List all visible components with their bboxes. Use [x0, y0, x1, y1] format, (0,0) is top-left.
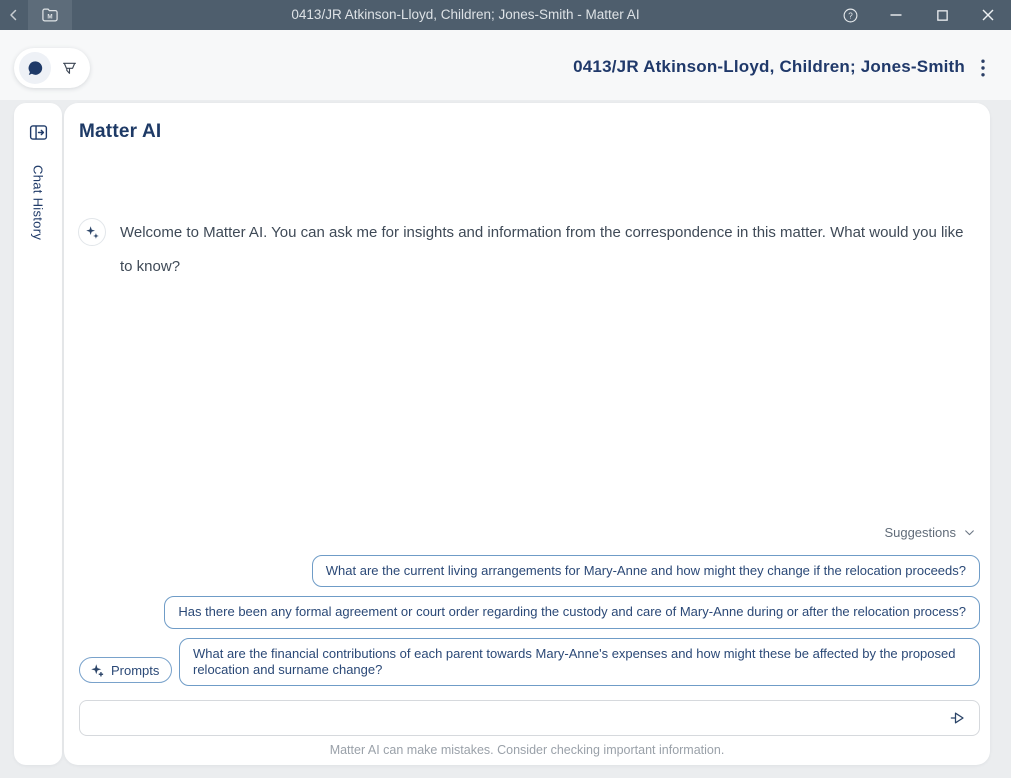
- folder-m-icon: M: [40, 5, 60, 25]
- title-bar: M 0413/JR Atkinson-Lloyd, Children; Jone…: [0, 0, 1011, 30]
- matter-menu-button[interactable]: [973, 57, 993, 79]
- window-title: 0413/JR Atkinson-Lloyd, Children; Jones-…: [120, 0, 811, 30]
- back-chevron-icon: [5, 6, 23, 24]
- help-button[interactable]: ?: [827, 0, 873, 30]
- back-button[interactable]: [0, 0, 28, 30]
- chat-history-rail: Chat History: [14, 103, 62, 765]
- suggestions-toggle[interactable]: Suggestions: [884, 525, 976, 540]
- suggestion-pill[interactable]: Has there been any formal agreement or c…: [164, 596, 980, 628]
- send-button[interactable]: [937, 701, 979, 735]
- svg-text:?: ?: [848, 11, 853, 20]
- suggestion-pill[interactable]: What are the financial contributions of …: [179, 638, 980, 687]
- window-controls: ?: [827, 0, 1011, 30]
- message-input[interactable]: [80, 702, 937, 734]
- close-button[interactable]: [965, 0, 1011, 30]
- chat-panel: Matter AI Welcome to Matter AI. You can …: [64, 103, 990, 765]
- ai-avatar: [78, 218, 106, 246]
- chat-view-button[interactable]: [19, 52, 51, 84]
- panel-expand-icon: [28, 122, 49, 143]
- kebab-menu-icon: [981, 59, 985, 77]
- app-folder-button[interactable]: M: [28, 0, 72, 30]
- sparkles-icon: [85, 225, 100, 240]
- send-icon: [948, 708, 968, 728]
- chevron-down-icon: [963, 526, 976, 539]
- maximize-icon: [936, 9, 949, 22]
- maximize-button[interactable]: [919, 0, 965, 30]
- prompts-button[interactable]: Prompts: [79, 657, 172, 683]
- chat-history-label: Chat History: [31, 165, 46, 240]
- assistant-message: Welcome to Matter AI. You can ask me for…: [78, 216, 970, 284]
- suggestion-list: What are the current living arrangements…: [164, 555, 980, 686]
- svg-text:M: M: [47, 14, 52, 21]
- page-title: Matter AI: [79, 121, 161, 143]
- prompt-sparkle-icon: [90, 663, 105, 678]
- chat-bubble-icon: [26, 59, 45, 78]
- minimize-button[interactable]: [873, 0, 919, 30]
- matter-title: 0413/JR Atkinson-Lloyd, Children; Jones-…: [573, 57, 965, 77]
- message-input-row: [79, 700, 980, 736]
- prompts-button-label: Prompts: [111, 663, 159, 678]
- funnel-icon: [60, 59, 79, 78]
- suggestion-pill[interactable]: What are the current living arrangements…: [312, 555, 980, 587]
- close-icon: [981, 8, 995, 22]
- disclaimer-text: Matter AI can make mistakes. Consider ch…: [64, 743, 990, 757]
- minimize-icon: [889, 8, 903, 22]
- funnel-view-button[interactable]: [53, 52, 85, 84]
- view-toggle-pill: [14, 48, 90, 88]
- suggestions-label: Suggestions: [884, 525, 956, 540]
- matter-ai-window: M 0413/JR Atkinson-Lloyd, Children; Jone…: [0, 0, 1011, 778]
- assistant-message-text: Welcome to Matter AI. You can ask me for…: [120, 216, 970, 284]
- expand-history-button[interactable]: [25, 119, 51, 145]
- app-header: 0413/JR Atkinson-Lloyd, Children; Jones-…: [0, 30, 1011, 100]
- help-icon: ?: [842, 7, 859, 24]
